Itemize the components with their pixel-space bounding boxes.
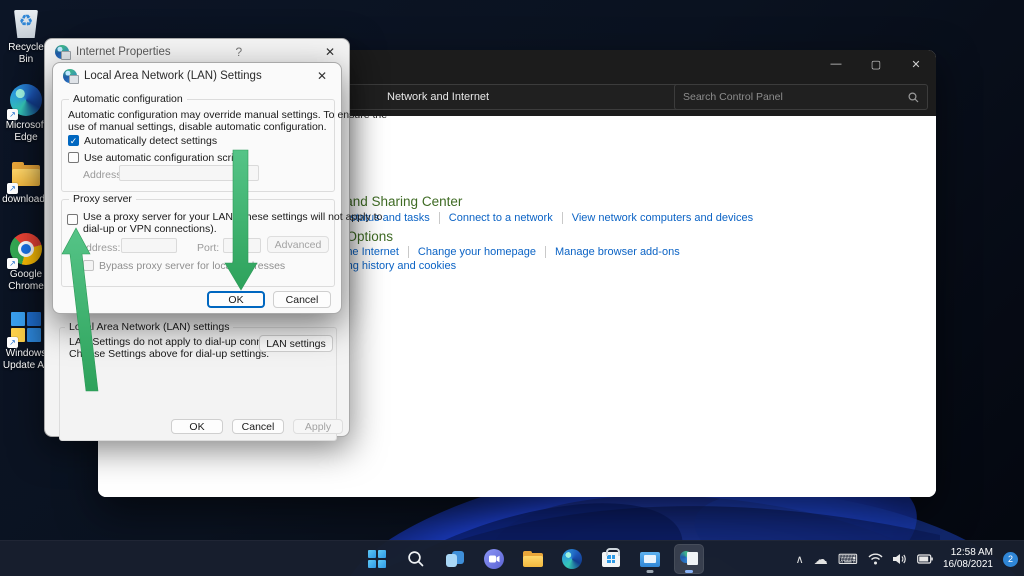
chrome-icon: ↗ [9,233,43,267]
tray-date: 16/08/2021 [943,559,993,572]
touch-keyboard-icon[interactable]: ⌨ [838,551,858,568]
config-script-label: Use automatic configuration script [84,152,242,164]
group-caption: Local Area Network (LAN) settings [65,321,233,333]
taskbar: ∧ ☁ ⌨ 12:58 AM 16/08/2021 2 [0,540,1024,576]
close-button[interactable]: ✕ [896,50,936,78]
group-caption: Proxy server [69,193,136,205]
notification-badge[interactable]: 2 [1003,552,1018,567]
ok-button[interactable]: OK [207,291,265,308]
battery-icon[interactable] [917,554,933,564]
minimize-button[interactable]: — [816,50,856,78]
search-button[interactable] [401,544,431,574]
store-icon [602,552,620,567]
breadcrumb[interactable]: Network and Internet [387,91,489,103]
control-panel-icon [640,552,660,567]
auto-config-desc2: use of manual settings, disable automati… [68,121,327,133]
auto-config-desc1: Automatic configuration may override man… [68,109,387,121]
folder-icon: ↗ [9,158,43,192]
wifi-icon[interactable] [868,553,883,565]
internet-properties-icon [63,69,77,83]
file-explorer-icon [523,551,543,567]
link-view-network-computers[interactable]: View network computers and devices [562,212,753,224]
control-panel-button[interactable] [635,544,665,574]
dialog-title: Internet Properties [76,46,171,58]
bypass-proxy-checkbox [83,260,94,271]
apply-button: Apply [293,419,343,434]
detect-settings-checkbox[interactable]: ✓ [68,135,79,146]
shortcut-arrow-icon: ↗ [7,337,18,348]
volume-icon[interactable] [893,553,907,565]
onedrive-cloud-icon[interactable]: ☁ [814,551,828,568]
shortcut-arrow-icon: ↗ [7,258,18,269]
advanced-button: Advanced [267,236,329,253]
link-manage-addons[interactable]: Manage browser add-ons [545,246,680,258]
search-placeholder: Search Control Panel [683,91,783,103]
dialog-title-bar: Internet Properties ? ✕ [45,39,349,64]
search-input[interactable]: Search Control Panel [674,84,928,110]
lan-info-line2: Choose Settings above for dial-up settin… [69,348,269,360]
chat-button[interactable] [479,544,509,574]
shortcut-arrow-icon: ↗ [7,183,18,194]
search-icon [908,92,919,103]
script-address-label: Address [83,169,122,181]
proxy-address-input [121,238,177,253]
use-proxy-label1: Use a proxy server for your LAN (These s… [83,211,382,223]
use-proxy-label2: dial-up or VPN connections). [83,223,217,235]
search-icon [407,550,425,568]
proxy-address-label: Address: [79,242,120,254]
close-button[interactable]: ✕ [321,45,339,59]
edge-button[interactable] [557,544,587,574]
lan-settings-button[interactable]: LAN settings [259,335,333,352]
dialog-title: Local Area Network (LAN) Settings [84,70,262,82]
link-connect-to-network[interactable]: Connect to a network [439,212,553,224]
internet-properties-icon [680,551,698,567]
script-address-input [119,165,259,181]
microsoft-store-button[interactable] [596,544,626,574]
internet-properties-icon [55,45,69,59]
maximize-button[interactable]: ▢ [856,50,896,78]
proxy-port-input [223,238,261,253]
running-indicator [685,570,693,573]
windows-logo-icon [368,550,386,568]
task-view-icon [446,551,464,567]
config-script-checkbox[interactable] [68,152,79,163]
dialog-title-bar: Local Area Network (LAN) Settings ✕ [53,63,341,88]
start-button[interactable] [362,544,392,574]
edge-icon [562,549,582,569]
detect-settings-label: Automatically detect settings [84,135,217,147]
help-button[interactable]: ? [230,45,248,59]
internet-properties-taskbar-button[interactable] [674,544,704,574]
shortcut-arrow-icon: ↗ [7,109,18,120]
group-caption: Automatic configuration [69,93,187,105]
use-proxy-checkbox[interactable] [67,214,78,225]
chat-icon [484,549,504,569]
lan-settings-dialog: Local Area Network (LAN) Settings ✕ Auto… [52,62,342,314]
chevron-up-icon[interactable]: ∧ [796,553,804,566]
file-explorer-button[interactable] [518,544,548,574]
recycle-bin-icon: ♻ [9,6,43,40]
edge-icon: ↗ [9,84,43,118]
running-indicator [647,570,654,573]
bypass-proxy-label: Bypass proxy server for local addresses [99,260,285,272]
link-change-homepage[interactable]: Change your homepage [408,246,536,258]
tray-time: 12:58 AM [943,547,993,560]
task-view-button[interactable] [440,544,470,574]
close-button[interactable]: ✕ [313,69,331,83]
cancel-button[interactable]: Cancel [273,291,331,308]
proxy-port-label: Port: [197,242,219,254]
ok-button[interactable]: OK [171,419,223,434]
clock[interactable]: 12:58 AM 16/08/2021 [943,547,993,572]
cancel-button[interactable]: Cancel [232,419,284,434]
windows-update-icon: ↗ [9,312,43,346]
